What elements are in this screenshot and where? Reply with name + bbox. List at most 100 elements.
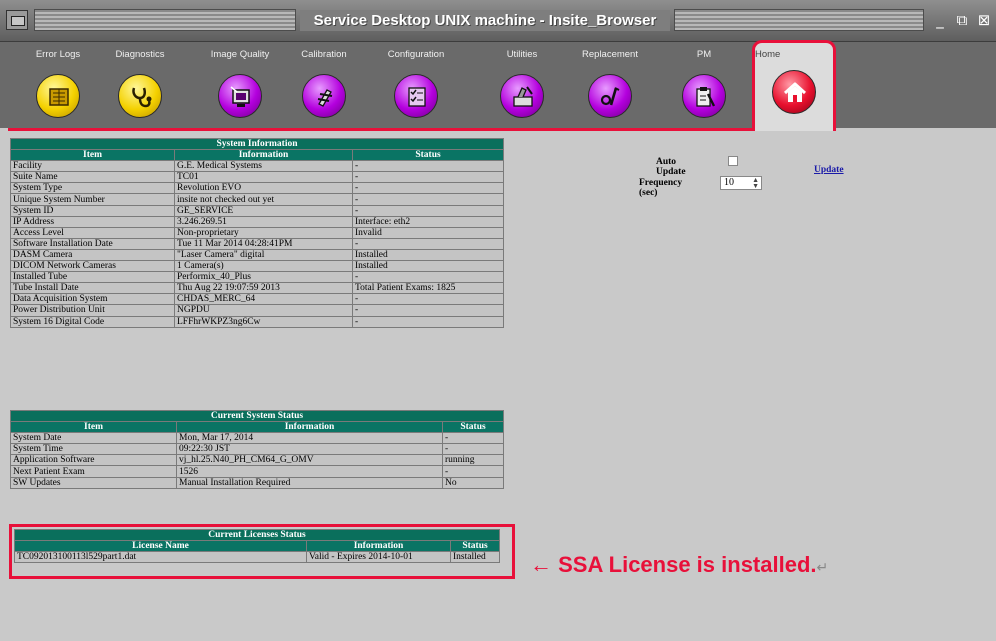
table-row: Installed Tube Performix_40_Plus -	[10, 271, 504, 284]
toolbar-item-utilities[interactable]: Utilities	[484, 48, 560, 126]
toolbar-item-diagnostics[interactable]: Diagnostics	[102, 48, 178, 126]
utilities-icon	[500, 74, 544, 118]
table-row: IP Address 3.246.269.51 Interface: eth2	[10, 215, 504, 228]
frequency-label: Frequency (sec)	[639, 178, 683, 198]
table-header-row: Item Information Status	[10, 149, 504, 162]
table-caption-row: System Information	[10, 137, 504, 151]
cell-information: 09:22:30 JST	[176, 443, 443, 456]
minimize-button[interactable]: _	[930, 10, 950, 30]
cell-information: 1526	[176, 465, 443, 478]
current-system-status-table: Current System Status Item Information S…	[10, 409, 504, 489]
replacement-icon	[588, 74, 632, 118]
title-bar[interactable]: Service Desktop UNIX machine - Insite_Br…	[0, 0, 996, 42]
stepper-arrows-icon[interactable]: ▲ ▼	[752, 177, 759, 190]
update-link[interactable]: Update	[814, 165, 844, 175]
configuration-icon	[394, 74, 438, 118]
annotation-text: ← SSA License is installed.	[530, 552, 817, 577]
table-row: System 16 Digital Code LFFhrWKPZ3ng6Cw -	[10, 315, 504, 328]
frequency-value: 10	[724, 177, 734, 188]
toolbar: Error Logs Diagnostics Image Quality Cal…	[0, 42, 996, 128]
home-tab-label: Home	[755, 49, 781, 60]
cell-information: vj_hl.25.N40_PH_CM64_G_OMV	[176, 454, 443, 467]
cell-status: -	[352, 204, 504, 217]
toolbar-item-label: Calibration	[301, 49, 347, 60]
cell-information: Non-proprietary	[174, 226, 353, 239]
table-row: Tube Install Date Thu Aug 22 19:07:59 201…	[10, 282, 504, 295]
toolbar-item-error-logs[interactable]: Error Logs	[20, 48, 96, 126]
column-header-status: Status	[442, 421, 504, 434]
cell-item: DICOM Network Cameras	[10, 260, 175, 273]
table-row: Facility G.E. Medical Systems -	[10, 160, 504, 173]
cell-item: Tube Install Date	[10, 282, 175, 295]
window-menu-button[interactable]	[6, 10, 28, 30]
table-row: DICOM Network Cameras 1 Camera(s) Installe…	[10, 260, 504, 273]
license-highlight-box	[9, 524, 515, 579]
cell-information: insite not checked out yet	[174, 193, 353, 206]
column-header-status: Status	[352, 149, 504, 162]
tab-home[interactable]: Home	[752, 40, 836, 132]
cell-item: Application Software	[10, 454, 177, 467]
return-mark-icon: ↵	[816, 559, 829, 575]
cell-status: -	[352, 171, 504, 184]
cell-status: -	[352, 293, 504, 306]
cell-status: Installed	[352, 260, 504, 273]
calibration-icon	[302, 74, 346, 118]
table-row: System Date Mon, Mar 17, 2014-	[10, 432, 504, 445]
column-header-item: Item	[10, 421, 177, 434]
current-system-status-caption: Current System Status	[10, 409, 504, 423]
cell-item: SW Updates	[10, 476, 177, 489]
table-header-row: Item Information Status	[10, 421, 504, 434]
frequency-stepper[interactable]: 10 ▲ ▼	[720, 176, 762, 190]
table-row: Data Acquisition System CHDAS_MERC_64-	[10, 293, 504, 306]
table-caption-row: Current System Status	[10, 409, 504, 423]
cell-information: "Laser Camera" digital	[174, 248, 353, 262]
pm-icon	[682, 74, 726, 118]
cell-information: Performix_40_Plus	[174, 271, 353, 284]
close-button[interactable]: ⊠	[974, 10, 994, 30]
cell-information: G.E. Medical Systems	[174, 160, 353, 173]
toolbar-item-calibration[interactable]: Calibration	[286, 48, 362, 126]
cell-status: -	[352, 304, 504, 317]
toolbar-item-replacement[interactable]: Replacement	[572, 48, 648, 126]
window-title: Service Desktop UNIX machine - Insite_Br…	[300, 10, 670, 31]
toolbar-item-pm[interactable]: PM	[666, 48, 742, 126]
table-row: Software Installation Date Tue 11 Mar 201…	[10, 237, 504, 250]
table-row: Next Patient Exam 1526-	[10, 465, 504, 478]
cell-information: Tue 11 Mar 2014 04:28:41PM	[174, 237, 353, 250]
toolbar-item-image-quality[interactable]: Image Quality	[202, 48, 278, 126]
column-header-item: Item	[10, 149, 175, 162]
table-row: Power Distribution Unit NGPDU -	[10, 304, 504, 317]
cell-item: Access Level	[10, 226, 175, 239]
cell-information: Mon, Mar 17, 2014	[176, 432, 443, 445]
cell-item: Suite Name	[10, 171, 175, 184]
table-row: System ID GE_SERVICE -	[10, 204, 504, 217]
image-quality-icon	[218, 74, 262, 118]
diagnostics-icon	[118, 74, 162, 118]
table-row: Unique System Number insite not checked o…	[10, 193, 504, 206]
cell-item: System Type	[10, 182, 175, 195]
toolbar-item-configuration[interactable]: Configuration	[378, 48, 454, 126]
cell-status: Installed	[352, 248, 504, 262]
license-annotation: ← SSA License is installed.↵	[530, 552, 828, 578]
cell-item: Data Acquisition System	[10, 293, 175, 306]
cell-information: LFFhrWKPZ3ng6Cw	[174, 315, 353, 328]
cell-status: -	[442, 443, 504, 456]
cell-information: CHDAS_MERC_64	[174, 293, 353, 306]
maximize-button[interactable]: ⧉	[952, 10, 972, 30]
title-bar-stripes-right	[674, 9, 924, 31]
cell-information: GE_SERVICE	[174, 204, 353, 217]
cell-status: running	[442, 454, 504, 467]
table-row: System Time 09:22:30 JST -	[10, 443, 504, 456]
cell-status: Interface: eth2	[352, 215, 504, 228]
cell-information: Revolution EVO	[174, 182, 353, 195]
cell-item: System ID	[10, 204, 175, 217]
cell-item: Facility	[10, 160, 175, 173]
cell-status: -	[352, 237, 504, 250]
toolbar-item-label: PM	[696, 49, 712, 60]
toolbar-item-label: Utilities	[506, 49, 538, 60]
cell-status: -	[352, 271, 504, 284]
toolbar-item-label: Image Quality	[210, 49, 270, 60]
cell-item: Next Patient Exam	[10, 465, 177, 478]
auto-update-checkbox[interactable]	[728, 156, 738, 166]
cell-status: -	[442, 465, 504, 478]
